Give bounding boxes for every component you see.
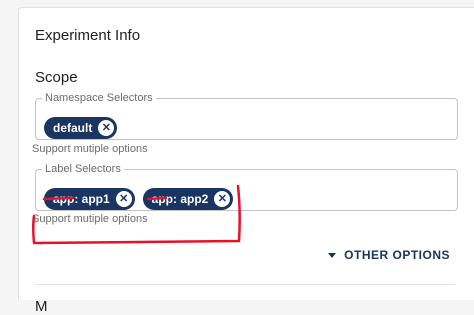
chip-label: default: [53, 121, 93, 135]
close-circle-icon[interactable]: ✕: [214, 191, 231, 207]
close-circle-icon[interactable]: ✕: [115, 191, 132, 207]
panel-title: Experiment Info: [35, 27, 141, 44]
chip-label: app: app1: [53, 192, 110, 206]
namespace-helper-text: Support mutiple options: [32, 143, 148, 155]
label-selectors-field[interactable]: Label Selectors app: app1 ✕ app: app2 ✕: [35, 164, 458, 211]
label-selectors-label: Label Selectors: [45, 163, 121, 175]
experiment-info-panel: Experiment Info Scope Namespace Selector…: [18, 7, 474, 315]
other-options-label: OTHER OPTIONS: [344, 248, 450, 262]
next-section-heading: M: [35, 298, 48, 315]
namespace-chip[interactable]: default ✕: [44, 117, 118, 139]
namespace-selectors-label: Namespace Selectors: [45, 92, 153, 104]
scope-heading: Scope: [35, 69, 78, 86]
namespace-selectors-field[interactable]: Namespace Selectors default ✕: [35, 93, 458, 140]
label-chip[interactable]: app: app2 ✕: [142, 188, 234, 210]
chip-label: app: app2: [151, 192, 209, 206]
section-divider: [35, 284, 455, 285]
label-chip[interactable]: app: app1 ✕: [44, 188, 135, 210]
caret-down-icon: [328, 252, 337, 258]
label-helper-text: Support mutiple options: [32, 213, 148, 225]
other-options-button[interactable]: OTHER OPTIONS: [328, 248, 450, 262]
close-circle-icon[interactable]: ✕: [98, 120, 115, 136]
